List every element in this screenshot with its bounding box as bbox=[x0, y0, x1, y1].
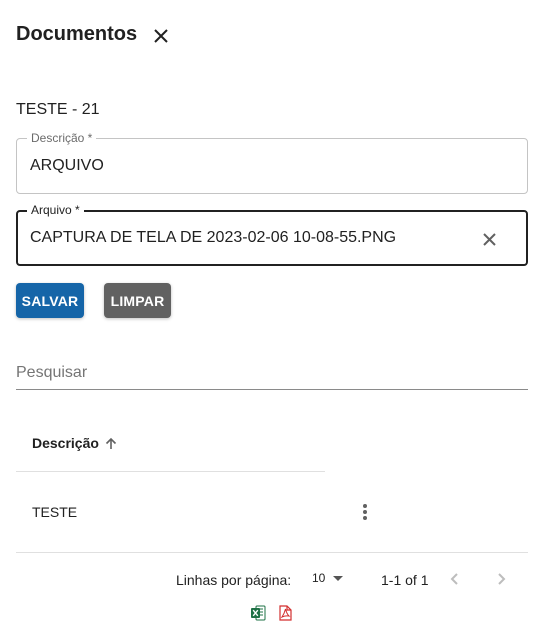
record-label: TESTE - 21 bbox=[16, 101, 100, 118]
rows-per-page-select[interactable]: 10 bbox=[312, 571, 344, 585]
column-header-label: Descrição bbox=[32, 435, 99, 451]
rows-per-page-value: 10 bbox=[312, 571, 326, 585]
arrow-up-icon[interactable] bbox=[105, 436, 119, 450]
export-buttons bbox=[250, 605, 293, 621]
table-cell-descricao: TESTE bbox=[32, 504, 78, 520]
clear-file-icon[interactable] bbox=[478, 228, 500, 250]
search-field[interactable] bbox=[16, 362, 528, 390]
dialog-header: Documentos bbox=[16, 20, 173, 48]
descricao-field-value[interactable]: ARQUIVO bbox=[30, 157, 104, 175]
chevron-right-icon[interactable] bbox=[492, 569, 512, 589]
dialog-title: Documentos bbox=[16, 22, 138, 45]
clear-button[interactable]: LIMPAR bbox=[104, 283, 171, 318]
excel-icon[interactable] bbox=[250, 605, 266, 621]
chevron-left-icon[interactable] bbox=[444, 569, 464, 589]
arquivo-field-value[interactable]: CAPTURA DE TELA DE 2023-02-06 10-08-55.P… bbox=[30, 229, 396, 247]
column-header-descricao[interactable]: Descrição bbox=[16, 415, 325, 472]
page-range-label: 1-1 of 1 bbox=[381, 572, 429, 588]
rows-per-page-label: Linhas por página: bbox=[176, 572, 292, 588]
arquivo-field[interactable]: Arquivo * CAPTURA DE TELA DE 2023-02-06 … bbox=[16, 203, 528, 266]
close-icon[interactable] bbox=[149, 24, 173, 48]
pdf-icon[interactable] bbox=[277, 605, 293, 621]
search-input[interactable] bbox=[16, 362, 528, 382]
save-button[interactable]: SALVAR bbox=[16, 283, 84, 318]
arquivo-field-label: Arquivo * bbox=[27, 203, 84, 217]
more-vertical-icon[interactable] bbox=[355, 501, 375, 523]
descricao-field-label: Descrição * bbox=[27, 131, 97, 145]
table-row[interactable]: TESTE bbox=[16, 472, 528, 553]
chevron-down-icon bbox=[333, 575, 344, 581]
pagination: Linhas por página: 10 1-1 of 1 bbox=[0, 569, 543, 589]
descricao-field[interactable]: Descrição * ARQUIVO bbox=[16, 131, 528, 194]
